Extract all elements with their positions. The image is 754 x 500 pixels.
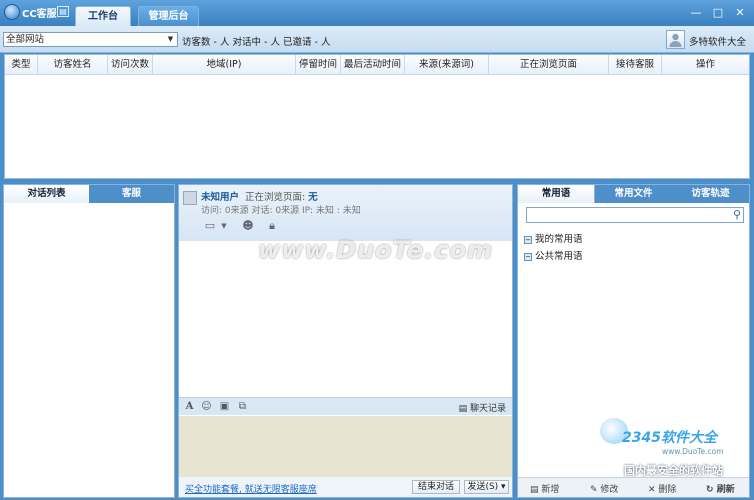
add-label: 新增 — [541, 485, 560, 495]
watermark-url: www.DuoTe.com — [662, 447, 724, 456]
visitor-name: 未知用户 — [201, 192, 240, 203]
tree-item-label: 公共常用语 — [535, 251, 583, 262]
visitor-avatar-icon — [183, 191, 197, 205]
viewing-value: 无 — [308, 192, 318, 203]
refresh-icon: ↻ — [706, 485, 717, 495]
minimize-icon[interactable]: — — [689, 6, 703, 20]
tree-item-public-phrases[interactable]: − 公共常用语 — [524, 248, 583, 262]
tree-item-my-phrases[interactable]: − 我的常用语 — [524, 231, 583, 245]
viewing-info: 正在浏览页面: 无 — [245, 189, 318, 203]
add-button[interactable]: ▤ 新增 — [530, 482, 559, 495]
right-tabs: 常用语 常用文件 访客轨迹 — [518, 185, 749, 203]
site-select-value: 全部网站 — [6, 34, 45, 45]
visit-info: 访问: 0来源 对话: 0来源 IP: 未知 : 未知 — [201, 206, 361, 216]
col-region-ip[interactable]: 地域(IP) — [153, 55, 296, 75]
pencil-icon: ✎ — [590, 485, 601, 495]
col-agent[interactable]: 接待客服 — [609, 55, 662, 75]
col-type[interactable]: 类型 — [5, 55, 38, 75]
input-toolbar: A ☺ ▣ ⧉ ▤ 聊天记录 — [179, 397, 512, 415]
user-avatar-icon[interactable] — [666, 30, 685, 49]
add-icon: ▤ — [530, 485, 542, 495]
col-action[interactable]: 操作 — [662, 55, 749, 75]
message-input[interactable] — [179, 416, 512, 477]
col-current-page[interactable]: 正在浏览页面 — [489, 55, 609, 75]
tab-workbench[interactable]: 工作台 — [75, 6, 131, 26]
promo-link[interactable]: 买全功能套餐, 就送无限客服座席 — [185, 482, 317, 495]
tab-phrases[interactable]: 常用语 — [518, 185, 595, 203]
edit-button[interactable]: ✎ 修改 — [590, 482, 618, 495]
send-button[interactable]: 发送(S) ▾ — [464, 480, 509, 494]
chat-footer: 买全功能套餐, 就送无限客服座席 结束对话 发送(S) ▾ — [179, 477, 512, 497]
collapse-icon[interactable]: − — [524, 235, 532, 244]
title-bar: CC客服 ▤ 工作台 管理后台 — □ ✕ — [0, 0, 754, 26]
chat-history-link[interactable]: ▤ 聊天记录 — [459, 401, 506, 414]
screenshot-icon[interactable]: ⧉ — [236, 400, 249, 413]
history-label: 聊天记录 — [469, 404, 506, 414]
delete-icon: ✕ — [648, 485, 659, 495]
app-logo-icon — [4, 4, 20, 20]
toolbar: 全部网站 ▼ 访客数 - 人 对话中 - 人 已邀请 - 人 多特软件大全 — [0, 26, 754, 53]
collapse-icon[interactable]: − — [524, 252, 532, 261]
col-last-active[interactable]: 最后活动时间 — [341, 55, 405, 75]
tab-admin[interactable]: 管理后台 — [138, 6, 199, 26]
tab-visitor-trail[interactable]: 访客轨迹 — [672, 185, 749, 203]
user-icon[interactable]: ☻ — [241, 219, 255, 233]
app-title: CC客服 — [22, 9, 57, 20]
refresh-label: 刷新 — [716, 485, 735, 495]
close-icon[interactable]: ✕ — [733, 6, 747, 20]
left-tabs: 对话列表 客服 — [4, 185, 174, 203]
visitor-stats: 访客数 - 人 对话中 - 人 已邀请 - 人 — [182, 37, 331, 48]
watermark-slogan: 国内最安全的软件站 — [624, 464, 723, 477]
col-stay-time[interactable]: 停留时间 — [296, 55, 341, 75]
history-icon: ▤ — [458, 404, 470, 414]
end-chat-button[interactable]: 结束对话 — [412, 480, 460, 494]
chat-messages[interactable] — [179, 241, 512, 397]
viewing-label: 正在浏览页面: — [245, 192, 309, 203]
watermark-main: www.DuoTe.com — [258, 236, 493, 264]
chat-header: 未知用户 正在浏览页面: 无 访问: 0来源 对话: 0来源 IP: 未知 : … — [179, 185, 512, 241]
emoji-icon[interactable]: ☺ — [200, 400, 213, 413]
col-visit-count[interactable]: 访问次数 — [108, 55, 153, 75]
visitor-table: 类型 访客姓名 访问次数 地域(IP) 停留时间 最后活动时间 来源(来源词) … — [4, 54, 750, 179]
chevron-down-icon[interactable]: ▼ — [217, 219, 231, 233]
edit-label: 修改 — [600, 485, 619, 495]
refresh-button[interactable]: ↻ 刷新 — [706, 482, 735, 495]
delete-button[interactable]: ✕ 删除 — [648, 482, 676, 495]
tab-agents[interactable]: 客服 — [89, 185, 174, 203]
chevron-down-icon: ▼ — [167, 35, 174, 43]
lock-icon[interactable]: 🔒︎ — [265, 219, 279, 233]
menu-icon[interactable]: ▤ — [57, 6, 69, 17]
col-visitor-name[interactable]: 访客姓名 — [38, 55, 108, 75]
folder-icon[interactable]: ▭ — [203, 219, 217, 233]
tree-item-label: 我的常用语 — [535, 234, 583, 245]
image-icon[interactable]: ▣ — [218, 400, 231, 413]
font-icon[interactable]: A — [183, 400, 196, 413]
tab-conversation-list[interactable]: 对话列表 — [4, 185, 89, 203]
tab-files[interactable]: 常用文件 — [595, 185, 672, 203]
site-select[interactable]: 全部网站 ▼ — [3, 32, 178, 47]
phrase-footer: ▤ 新增 ✎ 修改 ✕ 删除 ↻ 刷新 — [518, 477, 749, 497]
delete-label: 删除 — [658, 485, 677, 495]
col-source[interactable]: 来源(来源词) — [405, 55, 489, 75]
maximize-icon[interactable]: □ — [711, 6, 725, 20]
table-header: 类型 访客姓名 访问次数 地域(IP) 停留时间 最后活动时间 来源(来源词) … — [5, 55, 749, 75]
app-window: CC客服 ▤ 工作台 管理后台 — □ ✕ 全部网站 ▼ 访客数 - 人 对话中… — [0, 0, 754, 500]
conversation-panel: 对话列表 客服 — [3, 184, 175, 498]
username: 多特软件大全 — [689, 37, 747, 48]
search-icon[interactable]: ⚲ — [733, 208, 741, 221]
chat-panel: 未知用户 正在浏览页面: 无 访问: 0来源 对话: 0来源 IP: 未知 : … — [178, 184, 513, 498]
phrase-search-input[interactable]: ⚲ — [526, 207, 744, 223]
watermark-brand: 2345软件大全 — [622, 430, 717, 446]
